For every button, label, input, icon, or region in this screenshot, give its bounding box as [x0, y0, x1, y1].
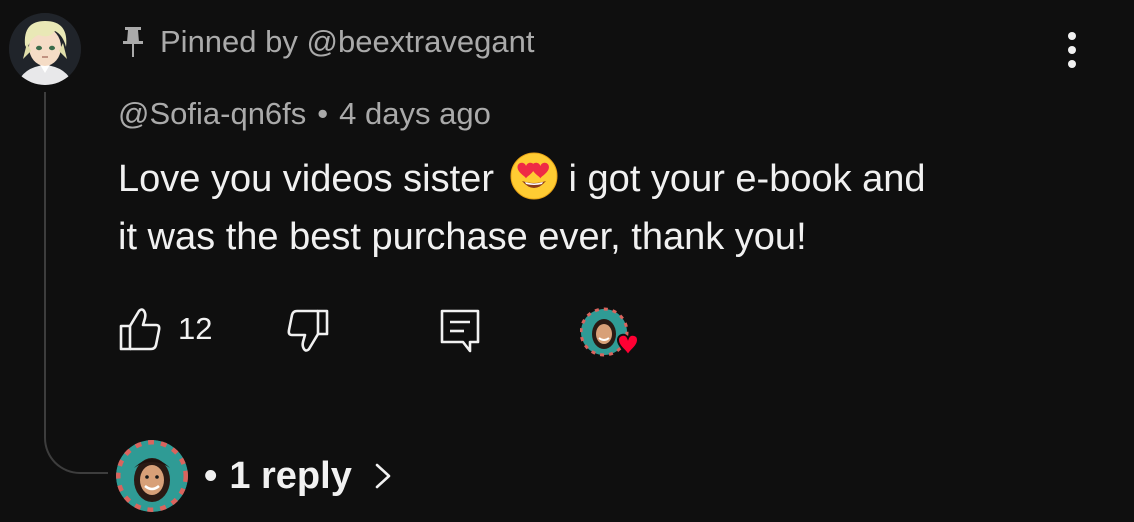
like-button[interactable]: 12 [118, 306, 212, 352]
reply-button[interactable] [438, 308, 482, 354]
comment-line-2: it was the best purchase ever, thank you… [118, 216, 807, 258]
comment-line-1: Love you videos sister i got your e-book… [118, 150, 1078, 208]
more-vertical-icon-dot [1068, 46, 1076, 54]
like-count: 12 [178, 311, 213, 346]
more-vertical-icon [1068, 32, 1076, 40]
thumbs-down-icon [287, 309, 329, 352]
thread-connector-line [44, 92, 108, 474]
reply-icon [440, 309, 480, 353]
comment-text-part-1: Love you videos sister [118, 158, 494, 200]
dislike-button[interactable] [286, 308, 330, 354]
author-handle[interactable]: @Sofia-qn6fs [118, 96, 306, 131]
replies-bullet: • [204, 454, 218, 497]
pin-icon [123, 27, 143, 57]
meta-separator: • [317, 96, 329, 131]
comment-text-part-2: i got your e-book and [568, 158, 926, 200]
comment-text: Love you videos sister i got your e-book… [118, 150, 1078, 266]
heart-eyes-emoji-icon [510, 152, 558, 200]
creator-heart-badge[interactable] [579, 306, 642, 366]
more-vertical-icon-dot [1068, 60, 1076, 68]
more-options-button[interactable] [1060, 32, 1084, 76]
creator-heart-icon [579, 307, 640, 357]
thumbs-up-icon [119, 308, 161, 351]
commenter-avatar[interactable] [9, 13, 81, 85]
replies-count-label[interactable]: 1 reply [229, 455, 352, 498]
comment-meta: @Sofia-qn6fs • 4 days ago [118, 94, 491, 134]
view-replies-button[interactable]: • 1 reply [116, 438, 394, 514]
anime-character-avatar-image [9, 13, 81, 85]
reply-author-avatar [116, 440, 188, 512]
pinned-text: Pinned by @beextravegant [160, 24, 535, 59]
pinned-label: Pinned by @beextravegant [120, 22, 534, 62]
comment-thread: Pinned by @beextravegant @Sofia-qn6fs • 4 … [0, 0, 1134, 522]
chevron-right-icon [375, 463, 391, 489]
comment-timestamp[interactable]: 4 days ago [339, 96, 491, 131]
